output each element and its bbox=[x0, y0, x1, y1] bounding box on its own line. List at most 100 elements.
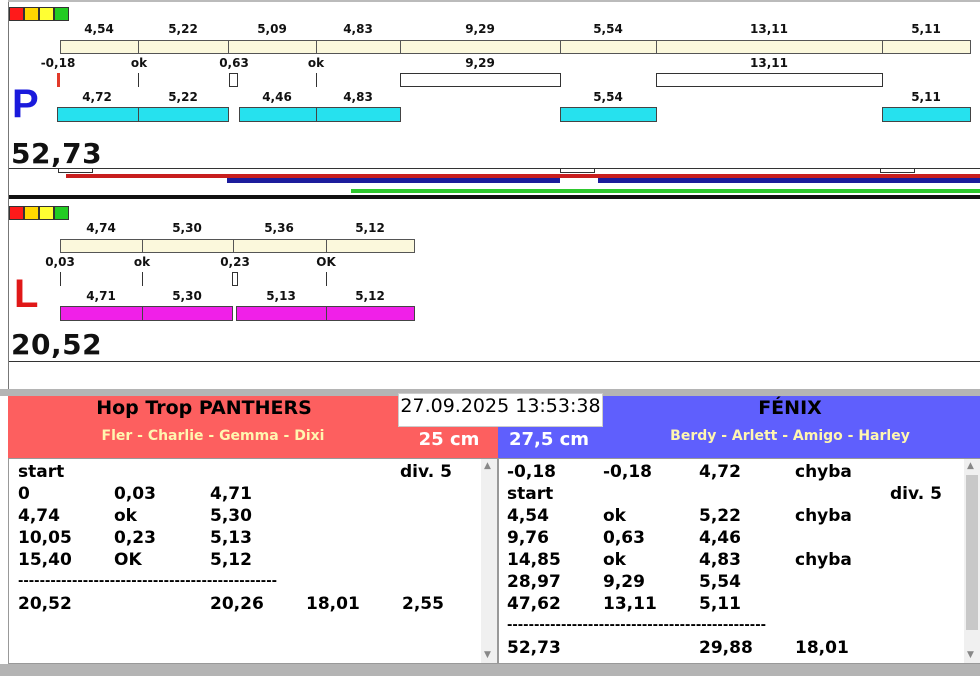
amber-light bbox=[24, 7, 39, 21]
cell: div. 5 bbox=[890, 484, 942, 504]
p-top-segment bbox=[228, 40, 317, 54]
top-window-border bbox=[8, 0, 980, 2]
scroll-up-icon[interactable]: ▲ bbox=[967, 461, 974, 471]
yellow-light bbox=[39, 206, 54, 220]
cell: 13,11 bbox=[603, 594, 657, 614]
cell: 2,55 bbox=[402, 594, 444, 614]
cell: 5,13 bbox=[210, 528, 252, 548]
l-bottom-label: 5,12 bbox=[355, 289, 385, 303]
l-bottom-segment bbox=[326, 306, 415, 321]
cell: 5,30 bbox=[210, 506, 252, 526]
cell: 4,46 bbox=[699, 528, 741, 548]
p-bottom-label: 4,83 bbox=[343, 90, 373, 104]
l-timeline-baseline bbox=[9, 361, 980, 362]
cell: 15,40 bbox=[18, 550, 72, 570]
team-right-table: -0,18 -0,18 4,72 chyba start div. 5 4,54… bbox=[507, 461, 967, 659]
red-light bbox=[9, 206, 24, 220]
l-bottom-segment bbox=[236, 306, 327, 321]
cell: -0,18 bbox=[603, 462, 652, 482]
p-top-segment bbox=[138, 40, 229, 54]
l-top-segment bbox=[60, 239, 143, 253]
table-row: -0,18 -0,18 4,72 chyba bbox=[507, 461, 967, 483]
table-row: 4,74 ok 5,30 bbox=[18, 505, 488, 527]
cell: start bbox=[18, 462, 65, 482]
scrollbar-thumb[interactable] bbox=[966, 475, 978, 630]
window-bottom-border bbox=[0, 664, 980, 676]
p-mid-label: 13,11 bbox=[750, 56, 788, 70]
p-top-label: 13,11 bbox=[750, 22, 788, 36]
team-right-height: 27,5 cm bbox=[508, 429, 590, 450]
p-timeline-marker bbox=[560, 168, 595, 173]
yellow-light bbox=[39, 7, 54, 21]
cell: div. 5 bbox=[400, 462, 452, 482]
l-top-label: 5,12 bbox=[355, 221, 385, 235]
l-bottom-label: 5,30 bbox=[172, 289, 202, 303]
cell: ok bbox=[114, 506, 137, 526]
p-mid-label: 9,29 bbox=[465, 56, 495, 70]
p-bottom-label: 5,11 bbox=[911, 90, 941, 104]
p-mid-label: 0,63 bbox=[219, 56, 249, 70]
cell: ok bbox=[603, 550, 626, 570]
cell: 5,11 bbox=[699, 594, 741, 614]
lane-letter-l: L bbox=[14, 272, 39, 316]
p-top-segment bbox=[560, 40, 657, 54]
cell: 18,01 bbox=[306, 594, 360, 614]
p-bottom-segment bbox=[560, 107, 657, 122]
p-bottom-label: 4,46 bbox=[262, 90, 292, 104]
cell: 29,88 bbox=[699, 638, 753, 658]
cell: 4,72 bbox=[699, 462, 741, 482]
l-top-segment bbox=[326, 239, 415, 253]
cell: 4,54 bbox=[507, 506, 549, 526]
table-summary-row: 20,52 20,26 18,01 2,55 bbox=[18, 593, 488, 615]
team-left-scrollbar[interactable] bbox=[481, 459, 497, 663]
p-bottom-label: 5,22 bbox=[168, 90, 198, 104]
cell: ok bbox=[603, 506, 626, 526]
cell: 52,73 bbox=[507, 638, 561, 658]
table-separator: ----------------------------------------… bbox=[507, 618, 766, 633]
p-top-label: 4,83 bbox=[343, 22, 373, 36]
l-mid-marker bbox=[232, 272, 238, 286]
cell: 9,76 bbox=[507, 528, 549, 548]
green-light bbox=[54, 7, 69, 21]
cell: 20,26 bbox=[210, 594, 264, 614]
p-mid-label: -0,18 bbox=[40, 56, 76, 70]
p-top-segment bbox=[400, 40, 561, 54]
cell: 5,12 bbox=[210, 550, 252, 570]
team-left-table: start div. 5 0 0,03 4,71 4,74 ok 5,30 10… bbox=[18, 461, 488, 615]
p-timeline-marker bbox=[58, 168, 93, 173]
cell: 14,85 bbox=[507, 550, 561, 570]
cell: -0,18 bbox=[507, 462, 556, 482]
l-bottom-label: 4,71 bbox=[86, 289, 116, 303]
scroll-down-icon[interactable]: ▼ bbox=[967, 650, 974, 660]
green-light bbox=[54, 206, 69, 220]
cell: 47,62 bbox=[507, 594, 561, 614]
p-mid-marker bbox=[656, 73, 883, 87]
p-top-segment bbox=[316, 40, 401, 54]
table-row: 47,62 13,11 5,11 bbox=[507, 593, 967, 615]
p-bottom-label: 4,72 bbox=[82, 90, 112, 104]
p-top-segment bbox=[882, 40, 971, 54]
amber-light bbox=[24, 206, 39, 220]
green-progress-line bbox=[351, 189, 980, 193]
table-separator: ----------------------------------------… bbox=[18, 574, 277, 589]
cell: 4,74 bbox=[18, 506, 60, 526]
p-bottom-segment bbox=[882, 107, 971, 122]
l-bottom-segment bbox=[142, 306, 233, 321]
l-mid-marker bbox=[60, 272, 61, 286]
lane-divider bbox=[9, 195, 980, 199]
cell: 9,29 bbox=[603, 572, 645, 592]
l-mid-label: 0,23 bbox=[220, 255, 250, 269]
p-top-label: 9,29 bbox=[465, 22, 495, 36]
p-bottom-segment bbox=[316, 107, 401, 122]
p-bottom-segment bbox=[138, 107, 229, 122]
table-row: 15,40 OK 5,12 bbox=[18, 549, 488, 571]
cell: 4,71 bbox=[210, 484, 252, 504]
table-row: 9,76 0,63 4,46 bbox=[507, 527, 967, 549]
scroll-up-icon[interactable]: ▲ bbox=[484, 461, 491, 471]
scroll-down-icon[interactable]: ▼ bbox=[484, 650, 491, 660]
p-top-segment bbox=[656, 40, 883, 54]
team-left-dogs: Fler - Charlie - Gemma - Dixi bbox=[101, 428, 325, 444]
cell: 4,83 bbox=[699, 550, 741, 570]
l-mid-label: OK bbox=[316, 255, 336, 269]
cell: 18,01 bbox=[795, 638, 849, 658]
